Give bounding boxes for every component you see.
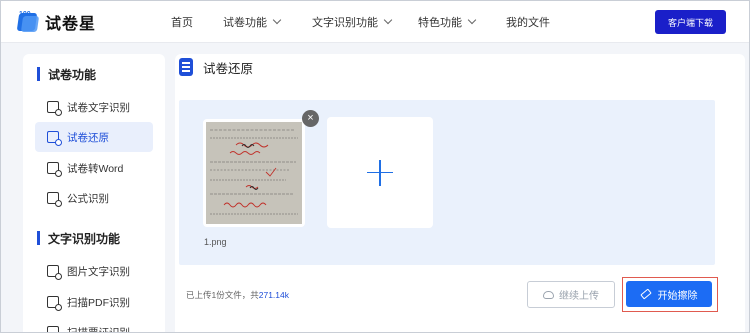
cloud-upload-icon <box>543 290 554 299</box>
nav-home[interactable]: 首页 <box>171 14 193 30</box>
section-marker <box>37 67 40 81</box>
sidebar-item-exam-restore[interactable]: 试卷还原 <box>35 122 153 152</box>
continue-upload-button[interactable]: 继续上传 <box>527 281 615 308</box>
file-name: 1.png <box>204 237 227 247</box>
nav-exam-features[interactable]: 试卷功能 <box>223 14 282 30</box>
sidebar-item-exam-ocr[interactable]: 试卷文字识别 <box>35 92 153 122</box>
document-restore-icon <box>47 131 62 146</box>
sidebar-section-ocr: 文字识别功能 <box>23 228 165 248</box>
image-text-icon <box>47 265 62 280</box>
document-scan-icon <box>47 101 62 116</box>
start-erase-button[interactable]: 开始擦除 <box>626 281 712 307</box>
page-title: 试卷还原 <box>203 61 254 76</box>
chevron-down-icon <box>272 15 282 25</box>
total-size: 271.14k <box>258 290 289 300</box>
app-window: 100 试卷星 首页 试卷功能 文字识别功能 特色功能 我的文件 客户端下载 试… <box>0 0 750 333</box>
formula-icon <box>47 192 62 207</box>
top-header: 100 试卷星 首页 试卷功能 文字识别功能 特色功能 我的文件 客户端下载 <box>1 1 749 43</box>
main-panel: 试卷还原 × 1.png 已上传1份文件，共271.14k 继续上传 开始擦除 <box>175 54 745 332</box>
pdf-scan-icon <box>47 296 62 311</box>
section-marker <box>37 231 40 245</box>
nav-special-features[interactable]: 特色功能 <box>418 14 477 30</box>
start-erase-highlight: 开始擦除 <box>622 277 718 312</box>
client-download-button[interactable]: 客户端下载 <box>655 10 726 34</box>
exam-paper-image <box>206 122 302 224</box>
sidebar-item-image-ocr[interactable]: 图片文字识别 <box>35 256 153 286</box>
sidebar: 试卷功能 试卷文字识别 试卷还原 试卷转Word 公式识别 文字识别功能 图片文… <box>23 54 165 332</box>
add-file-button[interactable] <box>327 117 433 228</box>
upload-status: 已上传1份文件，共271.14k <box>186 290 289 300</box>
sidebar-item-pdf-ocr[interactable]: 扫描PDF识别 <box>35 287 153 317</box>
plus-icon <box>367 159 393 186</box>
nav-my-files[interactable]: 我的文件 <box>506 14 550 30</box>
document-icon <box>179 58 193 76</box>
sidebar-item-exam-to-word[interactable]: 试卷转Word <box>35 153 153 183</box>
sidebar-item-formula-ocr[interactable]: 公式识别 <box>35 183 153 213</box>
word-convert-icon <box>47 162 62 177</box>
eraser-icon <box>639 288 652 300</box>
logo-icon: 100 <box>16 11 40 33</box>
nav-ocr-features[interactable]: 文字识别功能 <box>312 14 393 30</box>
sidebar-section-exam: 试卷功能 <box>23 64 165 84</box>
logo-text: 试卷星 <box>45 16 97 33</box>
chevron-down-icon <box>383 15 393 25</box>
remove-file-close-icon[interactable]: × <box>302 110 319 127</box>
uploaded-file-thumbnail[interactable] <box>203 119 305 227</box>
sidebar-item-ticket-ocr[interactable]: 扫描票证识别 <box>35 317 153 332</box>
chevron-down-icon <box>467 15 477 25</box>
logo[interactable]: 100 试卷星 <box>16 10 97 34</box>
ticket-scan-icon <box>47 326 59 332</box>
page-header: 试卷还原 <box>179 56 253 78</box>
